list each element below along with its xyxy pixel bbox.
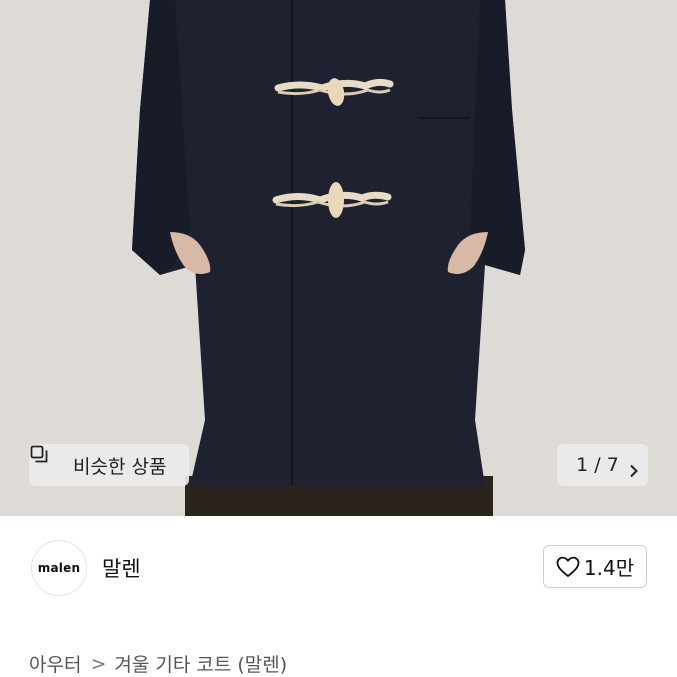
product-image[interactable]: 비슷한 상품 1 / 7: [0, 0, 677, 516]
similar-items-icon: [30, 445, 65, 476]
image-counter[interactable]: 1 / 7: [557, 444, 648, 486]
breadcrumb-category[interactable]: 아우터: [29, 650, 81, 677]
breadcrumb: 아우터 > 겨울 기타 코트 (말렌): [29, 650, 287, 677]
similar-items-label: 비슷한 상품: [73, 455, 167, 478]
like-count: 1.4만: [583, 556, 635, 580]
like-button[interactable]: 1.4만: [543, 545, 647, 588]
shop-logo-text: malen: [37, 561, 81, 575]
image-counter-separator: /: [588, 454, 607, 476]
heart-outline-icon: [556, 556, 580, 578]
breadcrumb-item[interactable]: 겨울 기타 코트 (말렌): [114, 650, 287, 677]
shop-name[interactable]: 말렌: [102, 553, 141, 583]
coat-photo: [0, 0, 677, 516]
image-counter-total: 7: [606, 454, 619, 476]
similar-items-button[interactable]: 비슷한 상품: [29, 444, 189, 486]
shop-logo[interactable]: malen: [31, 540, 87, 596]
breadcrumb-separator: >: [90, 652, 107, 675]
image-counter-current: 1: [576, 454, 589, 476]
